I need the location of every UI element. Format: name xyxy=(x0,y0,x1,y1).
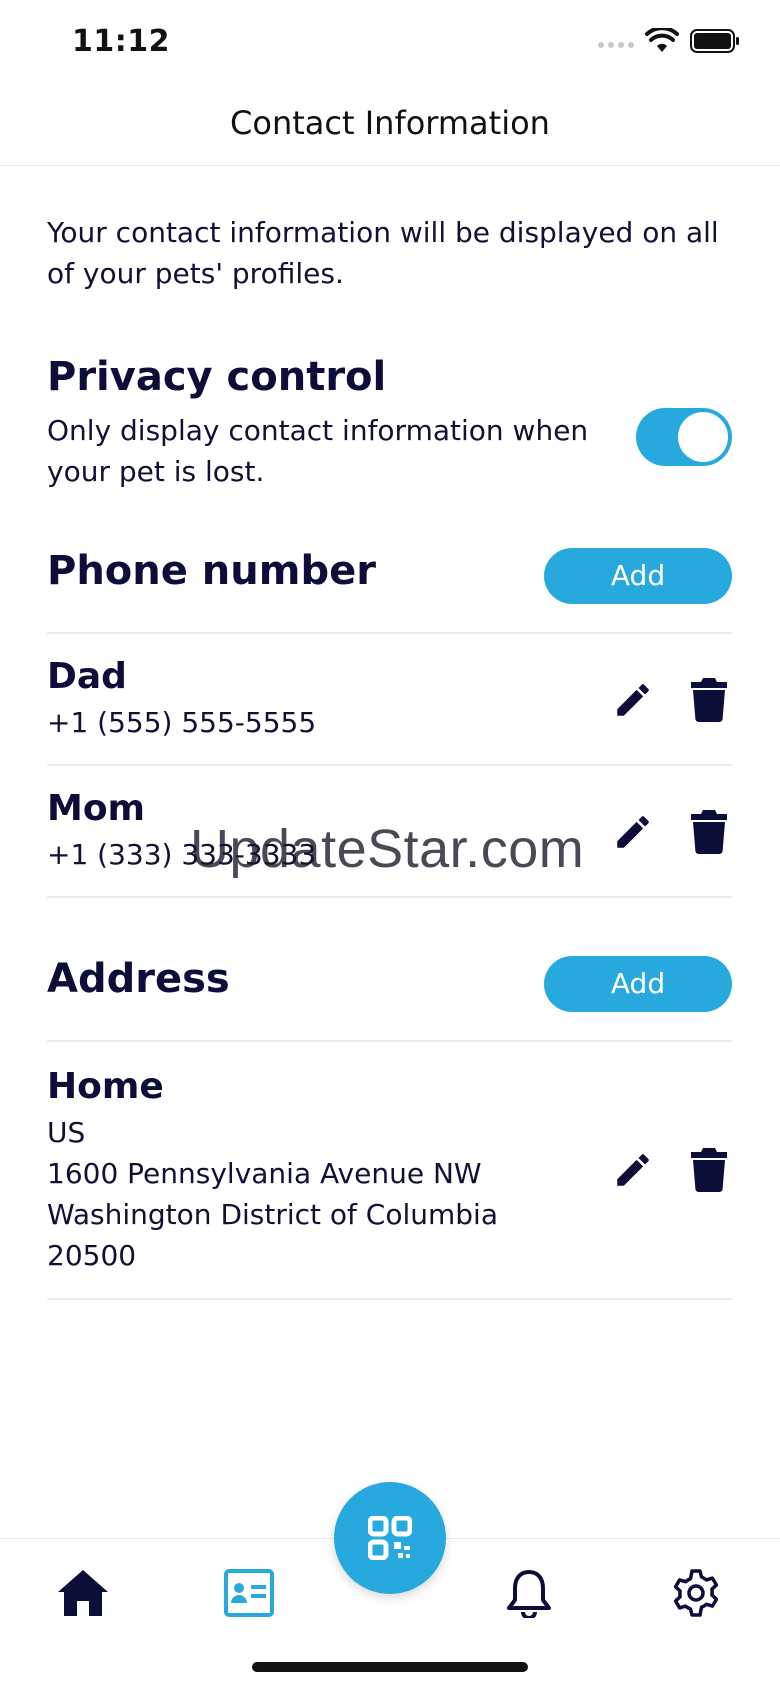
pencil-icon xyxy=(617,1154,649,1186)
address-title: Address xyxy=(47,956,230,1002)
nav-header: Contact Information xyxy=(0,86,780,166)
privacy-description: Only display contact information when yo… xyxy=(47,414,589,488)
toggle-knob xyxy=(678,412,728,462)
address-city-state: Washington District of Columbia xyxy=(47,1198,498,1231)
trash-icon xyxy=(691,1148,727,1192)
contact-information-screen: 11:12 Contact Information Your contact i… xyxy=(0,0,780,1688)
divider xyxy=(47,896,732,898)
edit-address-button[interactable] xyxy=(609,1146,657,1194)
qr-code-icon xyxy=(368,1516,412,1560)
address-street: 1600 Pennsylvania Avenue NW xyxy=(47,1157,482,1190)
pencil-icon xyxy=(617,684,649,716)
privacy-control-title: Privacy control xyxy=(47,354,387,400)
status-bar: 11:12 xyxy=(0,0,780,86)
watermark: UpdateStar.com xyxy=(190,819,585,879)
trash-icon xyxy=(691,810,727,854)
wifi-icon xyxy=(645,28,679,52)
phone-number-title: Phone number xyxy=(47,548,376,594)
phone-entry-label: Dad xyxy=(47,656,127,697)
edit-phone-button[interactable] xyxy=(609,676,657,724)
pencil-icon xyxy=(617,816,649,848)
add-phone-button[interactable]: Add xyxy=(544,548,732,604)
home-icon xyxy=(58,1570,108,1616)
cellular-signal-icon xyxy=(598,42,634,48)
tab-notifications[interactable] xyxy=(499,1563,559,1623)
divider xyxy=(47,1040,732,1042)
battery-icon xyxy=(690,29,739,53)
page-title: Contact Information xyxy=(230,104,550,142)
tab-home[interactable] xyxy=(53,1563,113,1623)
privacy-toggle[interactable] xyxy=(636,408,732,466)
divider xyxy=(47,632,732,634)
delete-address-button[interactable] xyxy=(685,1146,733,1194)
bell-icon xyxy=(507,1570,551,1618)
status-time: 11:12 xyxy=(72,24,170,59)
qr-scan-button[interactable] xyxy=(334,1482,446,1594)
delete-phone-button[interactable] xyxy=(685,808,733,856)
phone-entry-value: +1 (555) 555-5555 xyxy=(47,706,317,739)
trash-icon xyxy=(691,678,727,722)
address-entry-label: Home xyxy=(47,1066,164,1107)
address-postal-code: 20500 xyxy=(47,1239,137,1272)
phone-entry-label: Mom xyxy=(47,788,146,829)
divider xyxy=(47,764,732,766)
tab-contact[interactable] xyxy=(219,1563,279,1623)
add-address-button[interactable]: Add xyxy=(544,956,732,1012)
home-indicator xyxy=(252,1662,528,1672)
tab-settings[interactable] xyxy=(666,1563,726,1623)
divider xyxy=(47,1298,732,1300)
contact-card-icon xyxy=(224,1569,274,1617)
address-country: US xyxy=(47,1116,86,1149)
delete-phone-button[interactable] xyxy=(685,676,733,724)
edit-phone-button[interactable] xyxy=(609,808,657,856)
intro-text: Your contact information will be display… xyxy=(47,216,719,290)
gear-icon xyxy=(673,1569,719,1617)
